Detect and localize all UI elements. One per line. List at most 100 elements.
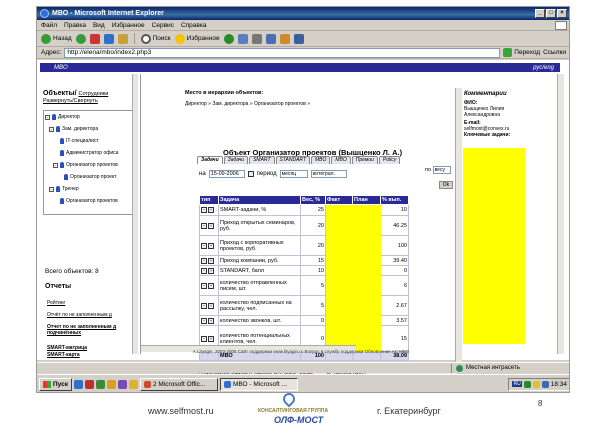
comments-scrollbar[interactable] — [557, 74, 564, 354]
address-field[interactable]: http://elena/mbo/index2.php3 — [64, 47, 501, 58]
tab-mbo-2[interactable]: MBO — [331, 156, 351, 164]
plan-cell[interactable] — [352, 265, 381, 276]
edit-icon[interactable]: + — [208, 257, 214, 264]
website-link[interactable]: www.selfmost.ru — [148, 406, 214, 416]
network-icon[interactable] — [523, 380, 531, 388]
taskbar-office-button[interactable]: 2 Microsoft Offic... — [140, 377, 218, 391]
collapse-icon[interactable]: − — [49, 186, 54, 192]
objects-scrollbar[interactable] — [132, 74, 138, 354]
edit-icon[interactable]: + — [208, 207, 214, 213]
table-row[interactable]: − + Приход с корпоративных проектов, руб.… — [199, 235, 409, 256]
messenger-button[interactable] — [293, 33, 304, 44]
edit-button[interactable] — [265, 33, 276, 44]
table-row[interactable]: − + STANDART, балл 10 0 — [199, 265, 409, 276]
date-input[interactable]: 15-09-2006 — [208, 170, 245, 178]
ie-quicklaunch-icon[interactable] — [74, 379, 83, 389]
edit-icon[interactable]: + — [208, 302, 214, 309]
language-switch[interactable]: рус/eng — [533, 65, 560, 71]
expand-icon[interactable]: − — [201, 267, 207, 274]
tab-smart[interactable]: SMART — [249, 156, 275, 164]
tree-node[interactable]: Администратор офиса — [60, 150, 118, 156]
folder-quicklaunch-icon[interactable] — [107, 379, 116, 389]
tree-node[interactable]: − Организатор проектов — [53, 162, 118, 168]
expand-icon[interactable]: − — [201, 242, 207, 249]
interval-select[interactable]: интеграл. — [310, 170, 347, 178]
edit-icon[interactable]: + — [208, 282, 214, 289]
fact-cell[interactable] — [325, 295, 353, 316]
expand-icon[interactable]: − — [201, 317, 207, 324]
table-row[interactable]: − + количество отправленных писем, шт. 5 … — [199, 275, 409, 296]
period-select[interactable]: месяц — [279, 170, 308, 178]
volume-icon[interactable] — [541, 380, 549, 388]
search-button[interactable]: Поиск — [140, 33, 171, 44]
fact-cell[interactable] — [325, 315, 353, 326]
report-link-unfilled-subordinates[interactable]: Отчет по не заполненным д подчинённых — [47, 324, 135, 336]
tree-node[interactable]: − Директор — [45, 114, 80, 120]
expand-icon[interactable]: − — [201, 335, 207, 342]
fact-cell[interactable] — [325, 255, 353, 266]
plan-cell[interactable] — [352, 235, 381, 256]
menu-favorites[interactable]: Избранное — [112, 22, 145, 29]
plan-cell[interactable] — [352, 215, 381, 236]
home-button[interactable] — [117, 33, 128, 44]
minimize-button[interactable]: _ — [535, 9, 545, 18]
media-quicklaunch-icon[interactable] — [118, 379, 127, 389]
edit-icon[interactable]: + — [208, 335, 214, 342]
edit-icon[interactable]: + — [208, 267, 214, 274]
report-link-smart-card[interactable]: SMART-карта — [47, 352, 80, 358]
breadcrumb[interactable]: Директор » Зам. директора » Организатор … — [185, 101, 310, 107]
expand-icon[interactable]: − — [201, 257, 207, 264]
tray-app-icon[interactable] — [532, 380, 540, 388]
discuss-button[interactable] — [279, 33, 290, 44]
favorites-button[interactable]: Избранное — [174, 33, 220, 44]
collapse-icon[interactable]: − — [49, 126, 54, 132]
language-indicator[interactable]: RU — [512, 381, 522, 387]
back-button[interactable]: Назад — [41, 33, 72, 44]
plan-cell[interactable] — [352, 204, 381, 216]
table-row[interactable]: − + Приход открытых семинаров, руб. 20 46… — [199, 215, 409, 236]
expand-icon[interactable]: − — [201, 282, 207, 289]
fact-cell[interactable] — [325, 265, 353, 276]
table-row[interactable]: − + количество подписанных на рассылку, ч… — [199, 295, 409, 316]
plan-cell[interactable] — [352, 325, 381, 352]
expand-icon[interactable]: − — [201, 302, 207, 309]
report-link-smart-matrix[interactable]: SMART-матрица — [47, 345, 87, 351]
edit-icon[interactable]: + — [208, 317, 214, 324]
stop-button[interactable] — [89, 33, 100, 44]
links-button[interactable]: Ссылки — [543, 49, 569, 56]
plan-cell[interactable] — [352, 295, 381, 316]
ok-button[interactable]: Ok — [439, 181, 453, 189]
opera-quicklaunch-icon[interactable] — [85, 379, 94, 389]
desktop-quicklaunch-icon[interactable] — [96, 379, 105, 389]
print-button[interactable] — [251, 33, 262, 44]
expand-icon[interactable]: − — [201, 207, 207, 213]
start-button[interactable]: Пуск — [39, 377, 72, 391]
key-tasks-area[interactable] — [463, 148, 525, 344]
menu-file[interactable]: Файл — [41, 22, 57, 29]
go-button[interactable]: Переход — [503, 48, 540, 57]
report-link-rating[interactable]: Рейтинг — [47, 300, 65, 306]
fact-cell[interactable] — [325, 235, 353, 256]
collapse-icon[interactable]: − — [53, 162, 58, 168]
fact-cell[interactable] — [325, 204, 353, 216]
plan-cell[interactable] — [352, 315, 381, 326]
plan-cell[interactable] — [352, 275, 381, 296]
expand-icon[interactable]: − — [201, 222, 207, 229]
menu-help[interactable]: Справка — [181, 22, 207, 29]
tab-standart[interactable]: STANDART — [275, 156, 310, 164]
plan-cell[interactable] — [352, 255, 381, 266]
maximize-button[interactable]: □ — [546, 9, 556, 18]
tree-node[interactable]: Организатор проект — [64, 174, 116, 180]
menu-view[interactable]: Вид — [93, 22, 105, 29]
table-row[interactable]: − + SMART-задачи, % 25 10 — [199, 204, 409, 216]
tab-mbo[interactable]: MBO — [311, 156, 331, 164]
report-link-unfilled[interactable]: Отчёт по не заполненным д — [47, 312, 112, 318]
refresh-button[interactable] — [103, 33, 114, 44]
edit-icon[interactable]: + — [208, 242, 214, 249]
menu-edit[interactable]: Правка — [64, 22, 86, 29]
edit-icon[interactable]: + — [208, 222, 214, 229]
messenger-quicklaunch-icon[interactable] — [129, 379, 138, 389]
tree-node[interactable]: − Зам. директора — [49, 126, 98, 132]
menu-tools[interactable]: Сервис — [152, 22, 174, 29]
fact-cell[interactable] — [325, 215, 353, 236]
